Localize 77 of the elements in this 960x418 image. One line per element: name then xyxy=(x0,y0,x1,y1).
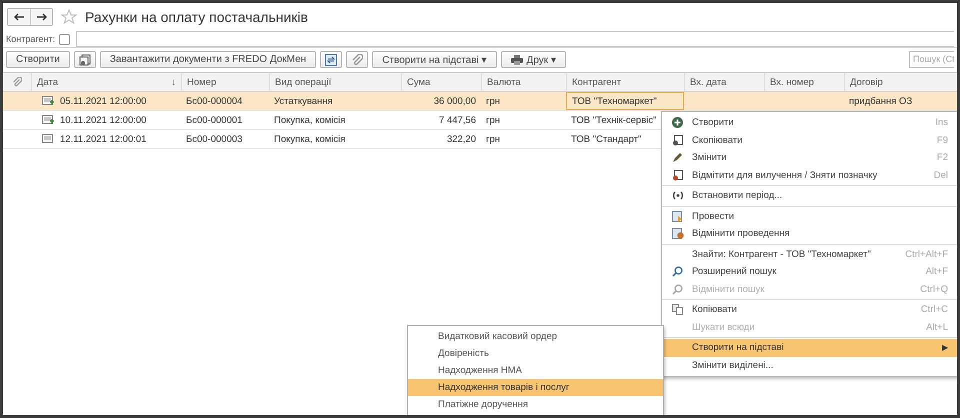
back-arrow-icon xyxy=(13,13,25,21)
attach-button[interactable] xyxy=(346,51,368,68)
copy-button[interactable] xyxy=(74,51,96,68)
filter-checkbox[interactable] xyxy=(59,34,70,44)
table-cell: 322,20 xyxy=(446,134,476,144)
column-header[interactable]: Договір xyxy=(844,73,957,91)
menu-item[interactable]: Видатковий касовий ордер xyxy=(408,328,663,345)
table-cell: ТОВ "Техномаркет" xyxy=(572,96,657,106)
menu-item[interactable]: Скопіювати F9 xyxy=(662,132,957,149)
toolbar-button[interactable]: Створити xyxy=(6,51,70,68)
column-header[interactable]: Номер xyxy=(181,73,269,91)
copy-icon xyxy=(672,134,683,146)
column-header[interactable]: Дата ↓ xyxy=(31,73,181,91)
table-cell: придбання ОЗ xyxy=(849,96,912,106)
table-cell: грн xyxy=(486,96,500,106)
copy-icon xyxy=(672,304,683,316)
toolbar-button[interactable]: Завантажити документи з FREDO ДокМен xyxy=(100,51,316,68)
toolbar-button[interactable]: Створити на підставі ▾ xyxy=(372,51,497,68)
table-cell: Бс00-000004 xyxy=(186,96,242,106)
search-icon xyxy=(672,284,683,295)
window-title: Рахунки на оплату постачальників xyxy=(85,9,308,25)
column-header[interactable]: Сума xyxy=(401,73,481,91)
menu-item[interactable]: Платіжне доручення xyxy=(408,396,663,413)
unpost-icon xyxy=(672,228,684,240)
forward-button[interactable] xyxy=(30,9,52,25)
menu-item[interactable]: Відмітити для вилучення / Зняти позначку Del xyxy=(662,166,957,184)
table-cell: Бс00-000001 xyxy=(186,114,242,126)
menu-item[interactable]: Встановити період... xyxy=(662,187,957,204)
table-row[interactable]: 05.11.2021 12:00:00 Бс00-000004 Устаткування 36 000,00 грн ТОВ "Техномаркет" придбання ОЗ xyxy=(3,92,957,111)
column-header[interactable]: Вид операції xyxy=(269,73,401,91)
copy-icon xyxy=(78,54,91,66)
table-cell: Устаткування xyxy=(274,96,333,106)
pencil-icon xyxy=(672,152,683,164)
sync-button[interactable] xyxy=(320,51,342,68)
plus-icon xyxy=(672,117,683,128)
delete-mark-icon xyxy=(672,170,683,181)
table-cell: Бс00-000003 xyxy=(186,134,242,144)
filter-label: Контрагент: xyxy=(6,34,56,44)
table-cell: Покупка, комісія xyxy=(274,134,346,144)
menu-item[interactable]: Створити на підставі ▶ xyxy=(662,339,957,356)
menu-item[interactable]: Змінити виділені... xyxy=(662,356,957,374)
table-cell: 12.11.2021 12:00:01 xyxy=(60,134,146,144)
column-header[interactable]: Валюта xyxy=(481,73,566,91)
table-cell: ТОВ "Стандарт" xyxy=(571,134,642,144)
table-cell: 05.11.2021 12:00:00 xyxy=(60,96,146,106)
menu-item[interactable]: Надходження НМА xyxy=(408,362,663,379)
menu-item[interactable]: Відмінити проведення xyxy=(662,225,957,242)
post-icon xyxy=(672,210,684,222)
paperclip-icon xyxy=(351,54,364,66)
back-button[interactable] xyxy=(8,9,30,25)
table-cell: 36 000,00 xyxy=(434,96,476,106)
column-header[interactable]: Вх. номер xyxy=(764,73,844,91)
table-cell: ТОВ "Технік-сервіс" xyxy=(571,114,656,126)
star-icon[interactable] xyxy=(61,9,77,25)
menu-item[interactable]: Копіювати Ctrl+C xyxy=(662,301,957,318)
table-cell: Покупка, комісія xyxy=(274,114,346,126)
table-cell: грн xyxy=(486,114,500,126)
forward-arrow-icon xyxy=(36,13,48,21)
menu-item[interactable]: Розширений пошук Alt+F xyxy=(662,263,957,280)
menu-item[interactable]: Знайти: Контрагент - ТОВ "Техномаркет" Ctrl+Alt+F xyxy=(662,246,957,263)
menu-item[interactable]: Довіреність xyxy=(408,345,663,362)
search-icon xyxy=(672,266,683,278)
filter-field[interactable] xyxy=(76,31,954,47)
paperclip-icon xyxy=(12,77,22,87)
table-cell: грн xyxy=(486,134,500,144)
arrows-icon xyxy=(325,54,338,66)
column-header[interactable]: Контрагент xyxy=(566,73,684,91)
print-button[interactable]: Друк ▾ xyxy=(500,51,566,68)
period-icon xyxy=(672,191,684,200)
menu-item[interactable]: Створити Ins xyxy=(662,114,957,132)
printer-icon xyxy=(510,54,523,64)
table-cell: 7 447,56 xyxy=(439,114,476,126)
menu-item[interactable]: Надходження товарів і послуг xyxy=(408,379,663,396)
menu-item[interactable]: Змінити F2 xyxy=(662,149,957,166)
column-header[interactable]: Вх. дата xyxy=(684,73,764,91)
table-cell: 10.11.2021 12:00:00 xyxy=(60,114,146,126)
menu-item[interactable]: Провести xyxy=(662,208,957,225)
